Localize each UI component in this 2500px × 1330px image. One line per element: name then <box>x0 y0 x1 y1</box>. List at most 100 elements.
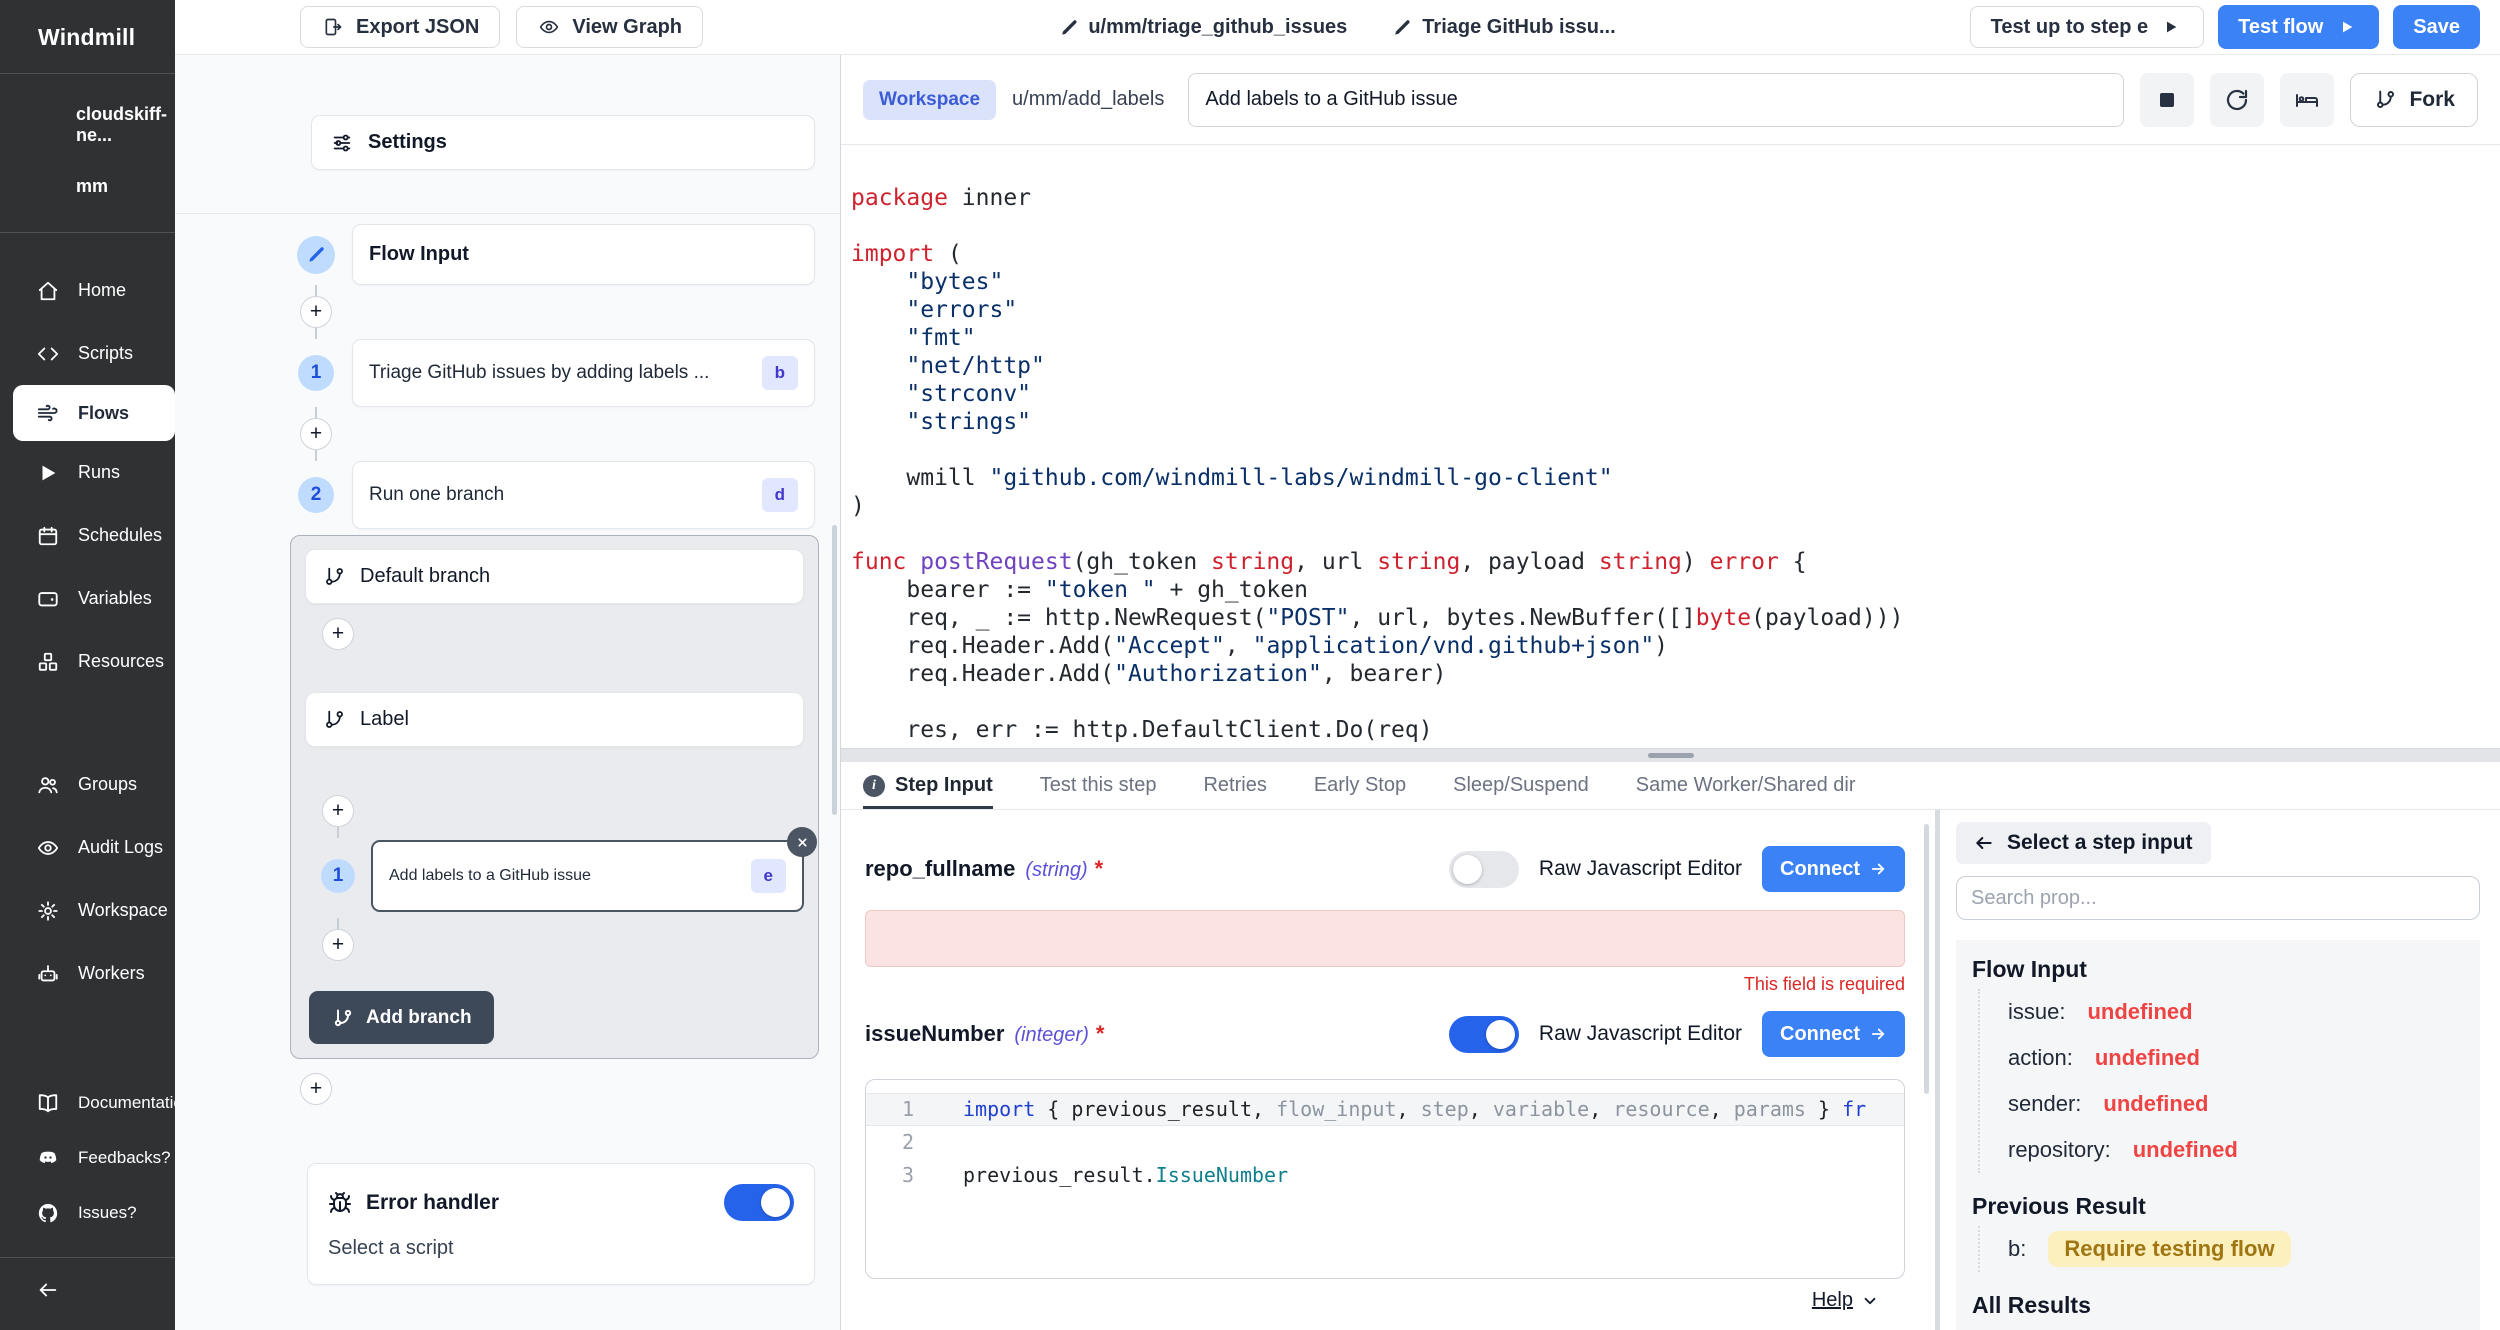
fork-button[interactable]: Fork <box>2350 73 2478 127</box>
tab-label: Early Stop <box>1314 774 1406 797</box>
bug-icon <box>328 1191 352 1215</box>
select-step-input-button[interactable]: Select a step input <box>1956 822 2211 864</box>
code-editor[interactable]: package innerimport ( "bytes" "errors" "… <box>841 145 2500 748</box>
sidebar-item-workspace[interactable]: Workspace <box>0 879 175 942</box>
settings-label: Settings <box>368 131 447 154</box>
add-step-button[interactable]: + <box>300 1073 332 1105</box>
add-step-button[interactable]: + <box>300 296 332 328</box>
sidebar-item-runs[interactable]: Runs <box>0 441 175 504</box>
user-menu[interactable]: mm <box>0 160 175 212</box>
props-panel: Flow Input issue:undefinedaction:undefin… <box>1956 940 2480 1330</box>
sidebar-item-flows[interactable]: Flows <box>13 385 175 441</box>
add-branch-button[interactable]: Add branch <box>309 991 494 1044</box>
code-line <box>851 688 2500 716</box>
prop-value: undefined <box>2133 1137 2238 1163</box>
restart-button[interactable] <box>2210 73 2264 127</box>
prop-issue[interactable]: issue:undefined <box>2008 989 2462 1035</box>
field-label-issue-number: issueNumber(integer)* <box>865 1021 1104 1047</box>
js-expression-editor[interactable]: 1import { previous_result, flow_input, s… <box>865 1079 1905 1279</box>
scrollbar[interactable] <box>1924 824 1929 1094</box>
search-prop-input[interactable] <box>1956 876 2480 920</box>
step-card-d[interactable]: Run one branch d <box>352 461 815 529</box>
add-step-button[interactable]: + <box>322 618 354 650</box>
test-up-to-step-button[interactable]: Test up to step e <box>1970 6 2204 48</box>
sidebar-item-home[interactable]: Home <box>0 259 175 322</box>
discord-icon <box>36 1146 60 1170</box>
prop-action[interactable]: action:undefined <box>2008 1035 2462 1081</box>
sidebar-item-scripts[interactable]: Scripts <box>0 322 175 385</box>
connect-button-issue-number[interactable]: Connect <box>1762 1011 1905 1057</box>
workspace-switcher[interactable]: cloudskiff-ne... <box>0 90 175 160</box>
add-step-button[interactable]: + <box>322 929 354 961</box>
save-button[interactable]: Save <box>2393 5 2480 49</box>
error-handler-card[interactable]: Error handler Select a script <box>307 1163 815 1285</box>
sidebar-item-documentation[interactable]: Documentation <box>0 1075 175 1130</box>
prop-repository[interactable]: repository:undefined <box>2008 1127 2462 1173</box>
raw-js-toggle-issue-number[interactable] <box>1449 1016 1519 1053</box>
stop-icon <box>2155 88 2179 112</box>
sidebar-item-resources[interactable]: Resources <box>0 630 175 693</box>
sidebar-item-issues[interactable]: Issues? <box>0 1185 175 1240</box>
previous-result-heading: Previous Result <box>1972 1193 2462 1220</box>
sidebar-item-feedbacks[interactable]: Feedbacks? <box>0 1130 175 1185</box>
sidebar-item-groups[interactable]: Groups <box>0 753 175 816</box>
add-step-button[interactable]: + <box>300 418 332 450</box>
tab-test-this-step[interactable]: Test this step <box>1040 762 1157 809</box>
repo-fullname-input[interactable] <box>865 910 1905 967</box>
tab-label: Sleep/Suspend <box>1453 774 1589 797</box>
flow-path-label: u/mm/triage_github_issues <box>1088 16 1347 39</box>
sidebar-item-schedules[interactable]: Schedules <box>0 504 175 567</box>
stop-button[interactable] <box>2140 73 2194 127</box>
add-step-button[interactable]: + <box>322 795 354 827</box>
flow-input-edit-badge[interactable] <box>297 236 335 274</box>
collapse-sidebar-button[interactable] <box>36 1278 60 1302</box>
connect-label: Connect <box>1780 858 1860 881</box>
remove-step-button[interactable] <box>787 827 817 857</box>
help-link[interactable]: Help <box>1812 1289 1853 1312</box>
sidebar: Windmill cloudskiff-ne... mm HomeScripts… <box>0 0 175 1330</box>
flow-settings-button[interactable]: Settings <box>311 115 815 170</box>
pane-splitter[interactable] <box>841 748 2500 762</box>
prop-sender[interactable]: sender:undefined <box>2008 1081 2462 1127</box>
sidebar-item-label: Issues? <box>78 1203 137 1223</box>
play-icon <box>36 461 60 485</box>
eye-icon <box>537 15 561 39</box>
raw-js-label: Raw Javascript Editor <box>1539 857 1742 881</box>
test-flow-button[interactable]: Test flow <box>2218 5 2379 49</box>
sidebar-item-workers[interactable]: Workers <box>0 942 175 1005</box>
sidebar-item-label: Groups <box>78 774 137 795</box>
flow-path-edit[interactable]: u/mm/triage_github_issues <box>1059 16 1347 39</box>
view-graph-label: View Graph <box>572 16 682 39</box>
flow-title-edit[interactable]: Triage GitHub issu... <box>1393 16 1615 39</box>
chevron-down-icon[interactable] <box>1861 1292 1879 1310</box>
tab-same-worker-shared-dir[interactable]: Same Worker/Shared dir <box>1636 762 1856 809</box>
sleep-button[interactable] <box>2280 73 2334 127</box>
tab-early-stop[interactable]: Early Stop <box>1314 762 1406 809</box>
sidebar-item-label: Schedules <box>78 525 162 546</box>
error-handler-subtitle[interactable]: Select a script <box>328 1237 794 1260</box>
breadcrumb: u/mm/triage_github_issues Triage GitHub … <box>1059 16 1615 39</box>
sidebar-item-variables[interactable]: Variables <box>0 567 175 630</box>
selected-step-card-e[interactable]: Add labels to a GitHub issue e <box>371 840 804 912</box>
error-handler-toggle[interactable] <box>724 1184 794 1221</box>
connect-button-repo-fullname[interactable]: Connect <box>1762 846 1905 892</box>
tab-label: Test this step <box>1040 774 1157 797</box>
raw-js-toggle-repo-fullname[interactable] <box>1449 851 1519 888</box>
pencil-icon <box>307 245 326 264</box>
sidebar-item-label: Feedbacks? <box>78 1148 171 1168</box>
sidebar-item-audit-logs[interactable]: Audit Logs <box>0 816 175 879</box>
flow-input-card[interactable]: Flow Input <box>352 224 815 285</box>
scrollbar[interactable] <box>832 525 837 815</box>
default-branch-card[interactable]: Default branch <box>305 549 804 604</box>
export-json-button[interactable]: Export JSON <box>300 6 500 48</box>
step-card-b[interactable]: Triage GitHub issues by adding labels ..… <box>352 339 815 407</box>
tab-retries[interactable]: Retries <box>1203 762 1266 809</box>
code-line: import ( <box>851 240 2500 268</box>
branch-label-card[interactable]: Label <box>305 692 804 747</box>
view-graph-button[interactable]: View Graph <box>516 6 703 48</box>
step-detail-panel: Workspace u/mm/add_labels Fork package i… <box>841 55 2500 1330</box>
tab-step-input[interactable]: iStep Input <box>863 762 993 809</box>
step-summary-input[interactable] <box>1188 73 2124 127</box>
tab-sleep-suspend[interactable]: Sleep/Suspend <box>1453 762 1589 809</box>
prop-previous-result-b[interactable]: b: Require testing flow <box>2008 1226 2462 1272</box>
